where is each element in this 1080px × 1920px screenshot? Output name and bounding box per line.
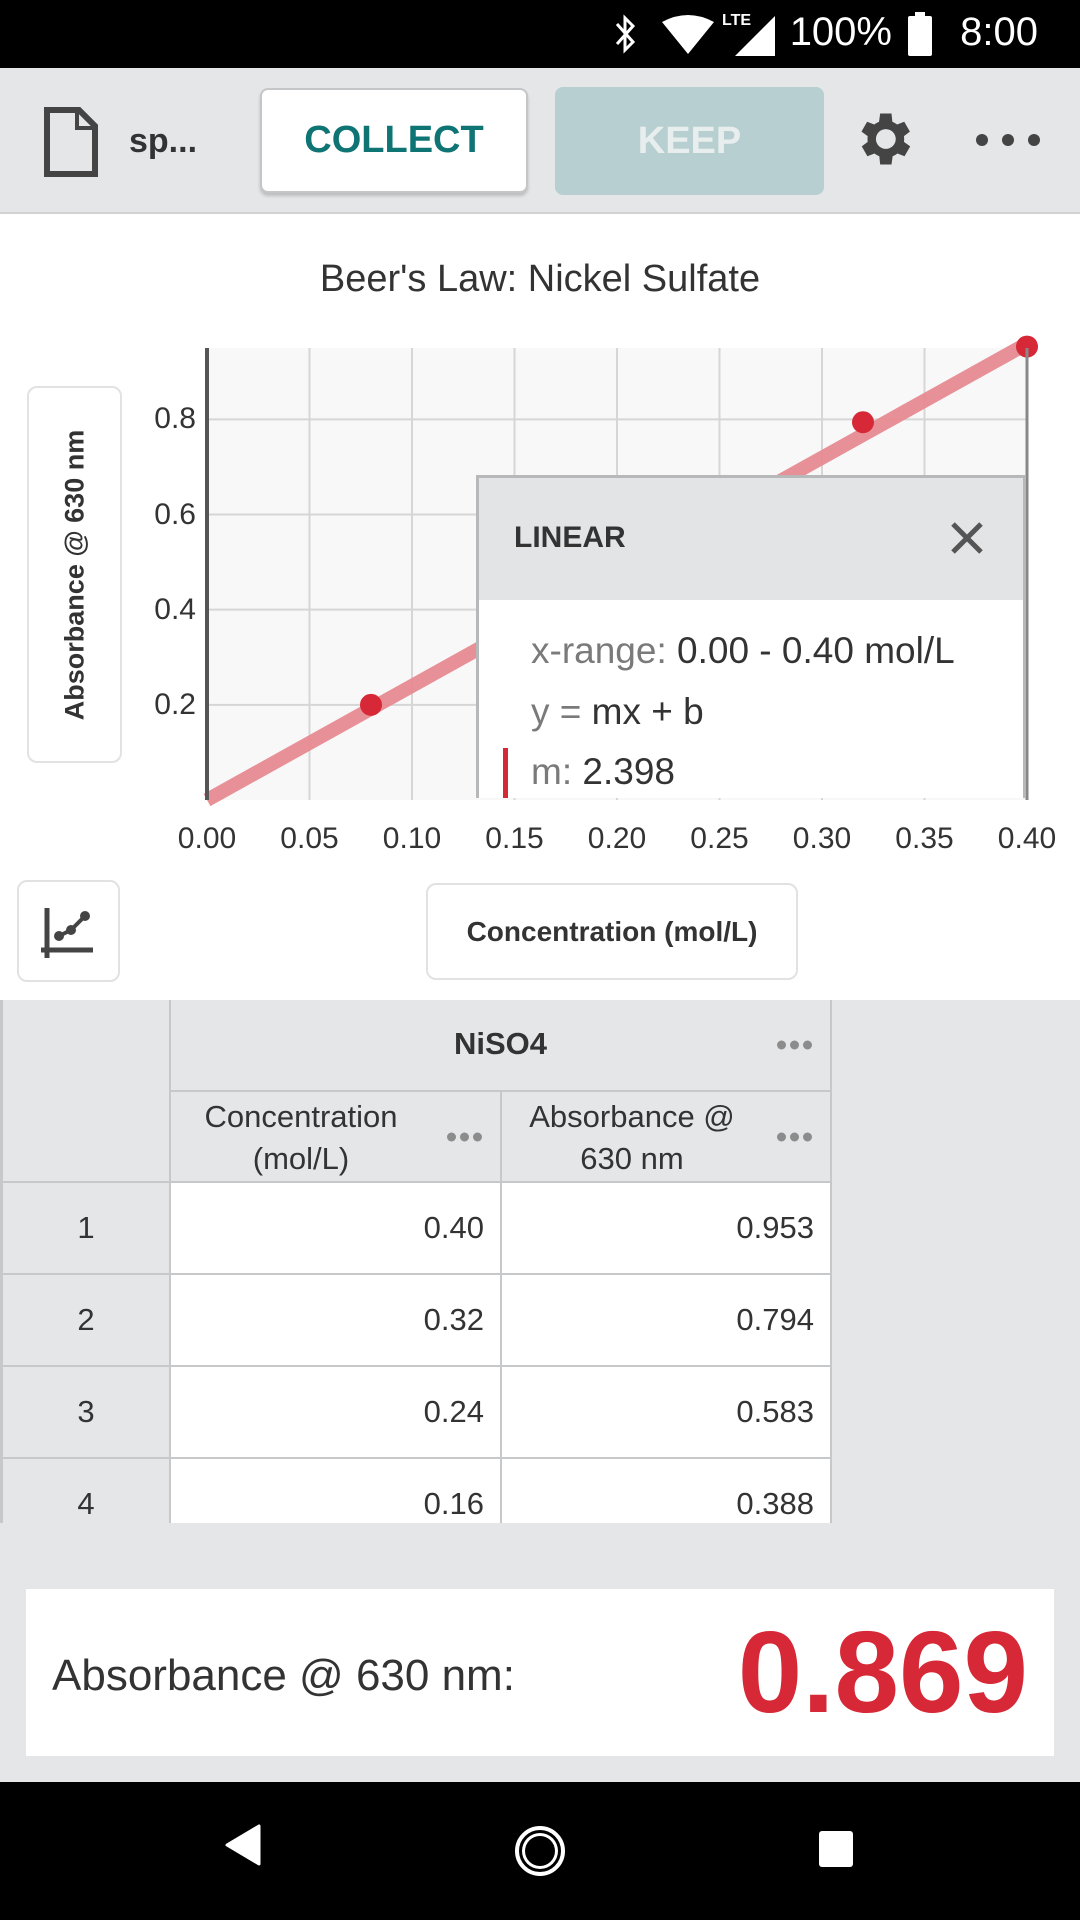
- absorbance-cell[interactable]: 0.794: [502, 1275, 832, 1367]
- y-tick-label: 0.8: [154, 402, 196, 436]
- equation-value: mx + b: [591, 691, 704, 732]
- graph-options-icon: [41, 908, 93, 958]
- slope-indicator-bar: [503, 748, 508, 798]
- data-point[interactable]: [852, 411, 874, 434]
- x-tick-label: 0.35: [895, 822, 954, 855]
- meter-label: Absorbance @ 630 nm:: [52, 1651, 515, 1700]
- concentration-cell[interactable]: 0.40: [171, 1183, 502, 1275]
- x-tick-label: 0.40: [997, 822, 1057, 855]
- row-number: 1: [0, 1183, 171, 1275]
- linear-fit-popup: LINEAR x-range: 0.00 - 0.40 mol/L y = mx…: [476, 475, 1026, 798]
- popup-title: LINEAR: [514, 521, 626, 554]
- x-tick-label: 0.30: [792, 822, 852, 855]
- slope-line: m: 2.398: [531, 751, 675, 793]
- recents-icon[interactable]: [818, 1830, 854, 1868]
- column-header-label: Absorbance @630 nm: [529, 1099, 735, 1176]
- dataset-header[interactable]: NiSO4: [171, 1000, 832, 1092]
- row-number: 2: [0, 1275, 171, 1367]
- graph-options-button[interactable]: [17, 880, 120, 982]
- dataset-menu-icon[interactable]: [777, 1040, 812, 1050]
- y-tick-label: 0.4: [154, 592, 196, 626]
- x-tick-label: 0.10: [382, 822, 442, 855]
- equation-line: y = mx + b: [531, 691, 704, 733]
- popup-header: LINEAR: [479, 478, 1023, 600]
- data-point[interactable]: [360, 693, 382, 716]
- column-menu-icon[interactable]: [447, 1132, 482, 1141]
- system-nav-bar: [0, 1782, 1080, 1920]
- back-icon[interactable]: [225, 1824, 261, 1866]
- y-tick-label: 0.2: [154, 687, 196, 721]
- slope-value: 2.398: [582, 751, 675, 792]
- row-number: 3: [0, 1367, 171, 1459]
- concentration-cell[interactable]: 0.32: [171, 1275, 502, 1367]
- equation-label: y =: [531, 691, 582, 732]
- x-range-line: x-range: 0.00 - 0.40 mol/L: [531, 630, 955, 672]
- y-tick-label: 0.6: [154, 497, 196, 531]
- x-tick-label: 0.25: [690, 822, 749, 855]
- dataset-name: NiSO4: [453, 1026, 548, 1061]
- column-header-concentration[interactable]: Concentration (mol/L): [171, 1092, 502, 1183]
- x-range-value: 0.00 - 0.40 mol/L: [677, 630, 955, 671]
- x-tick-label: 0.15: [485, 822, 544, 855]
- column-header-label: Concentration (mol/L): [204, 1099, 398, 1176]
- x-tick-label: 0.00: [177, 822, 237, 855]
- home-icon[interactable]: [512, 1823, 568, 1879]
- absorbance-cell[interactable]: 0.953: [502, 1183, 832, 1275]
- x-tick-label: 0.20: [587, 822, 647, 855]
- x-axis-selector-button[interactable]: Concentration (mol/L): [426, 883, 798, 980]
- x-tick-label: 0.05: [280, 822, 339, 855]
- table-corner-cell: [0, 1000, 171, 1183]
- live-meter[interactable]: Absorbance @ 630 nm: 0.869: [26, 1589, 1054, 1756]
- absorbance-cell[interactable]: 0.583: [502, 1367, 832, 1459]
- column-header-absorbance[interactable]: Absorbance @630 nm: [502, 1092, 832, 1183]
- concentration-cell[interactable]: 0.24: [171, 1367, 502, 1459]
- x-range-label: x-range:: [531, 630, 667, 671]
- close-icon[interactable]: [947, 518, 987, 558]
- meter-value: 0.869: [737, 1607, 1028, 1737]
- column-menu-icon[interactable]: [777, 1132, 812, 1141]
- slope-label: m:: [531, 751, 573, 792]
